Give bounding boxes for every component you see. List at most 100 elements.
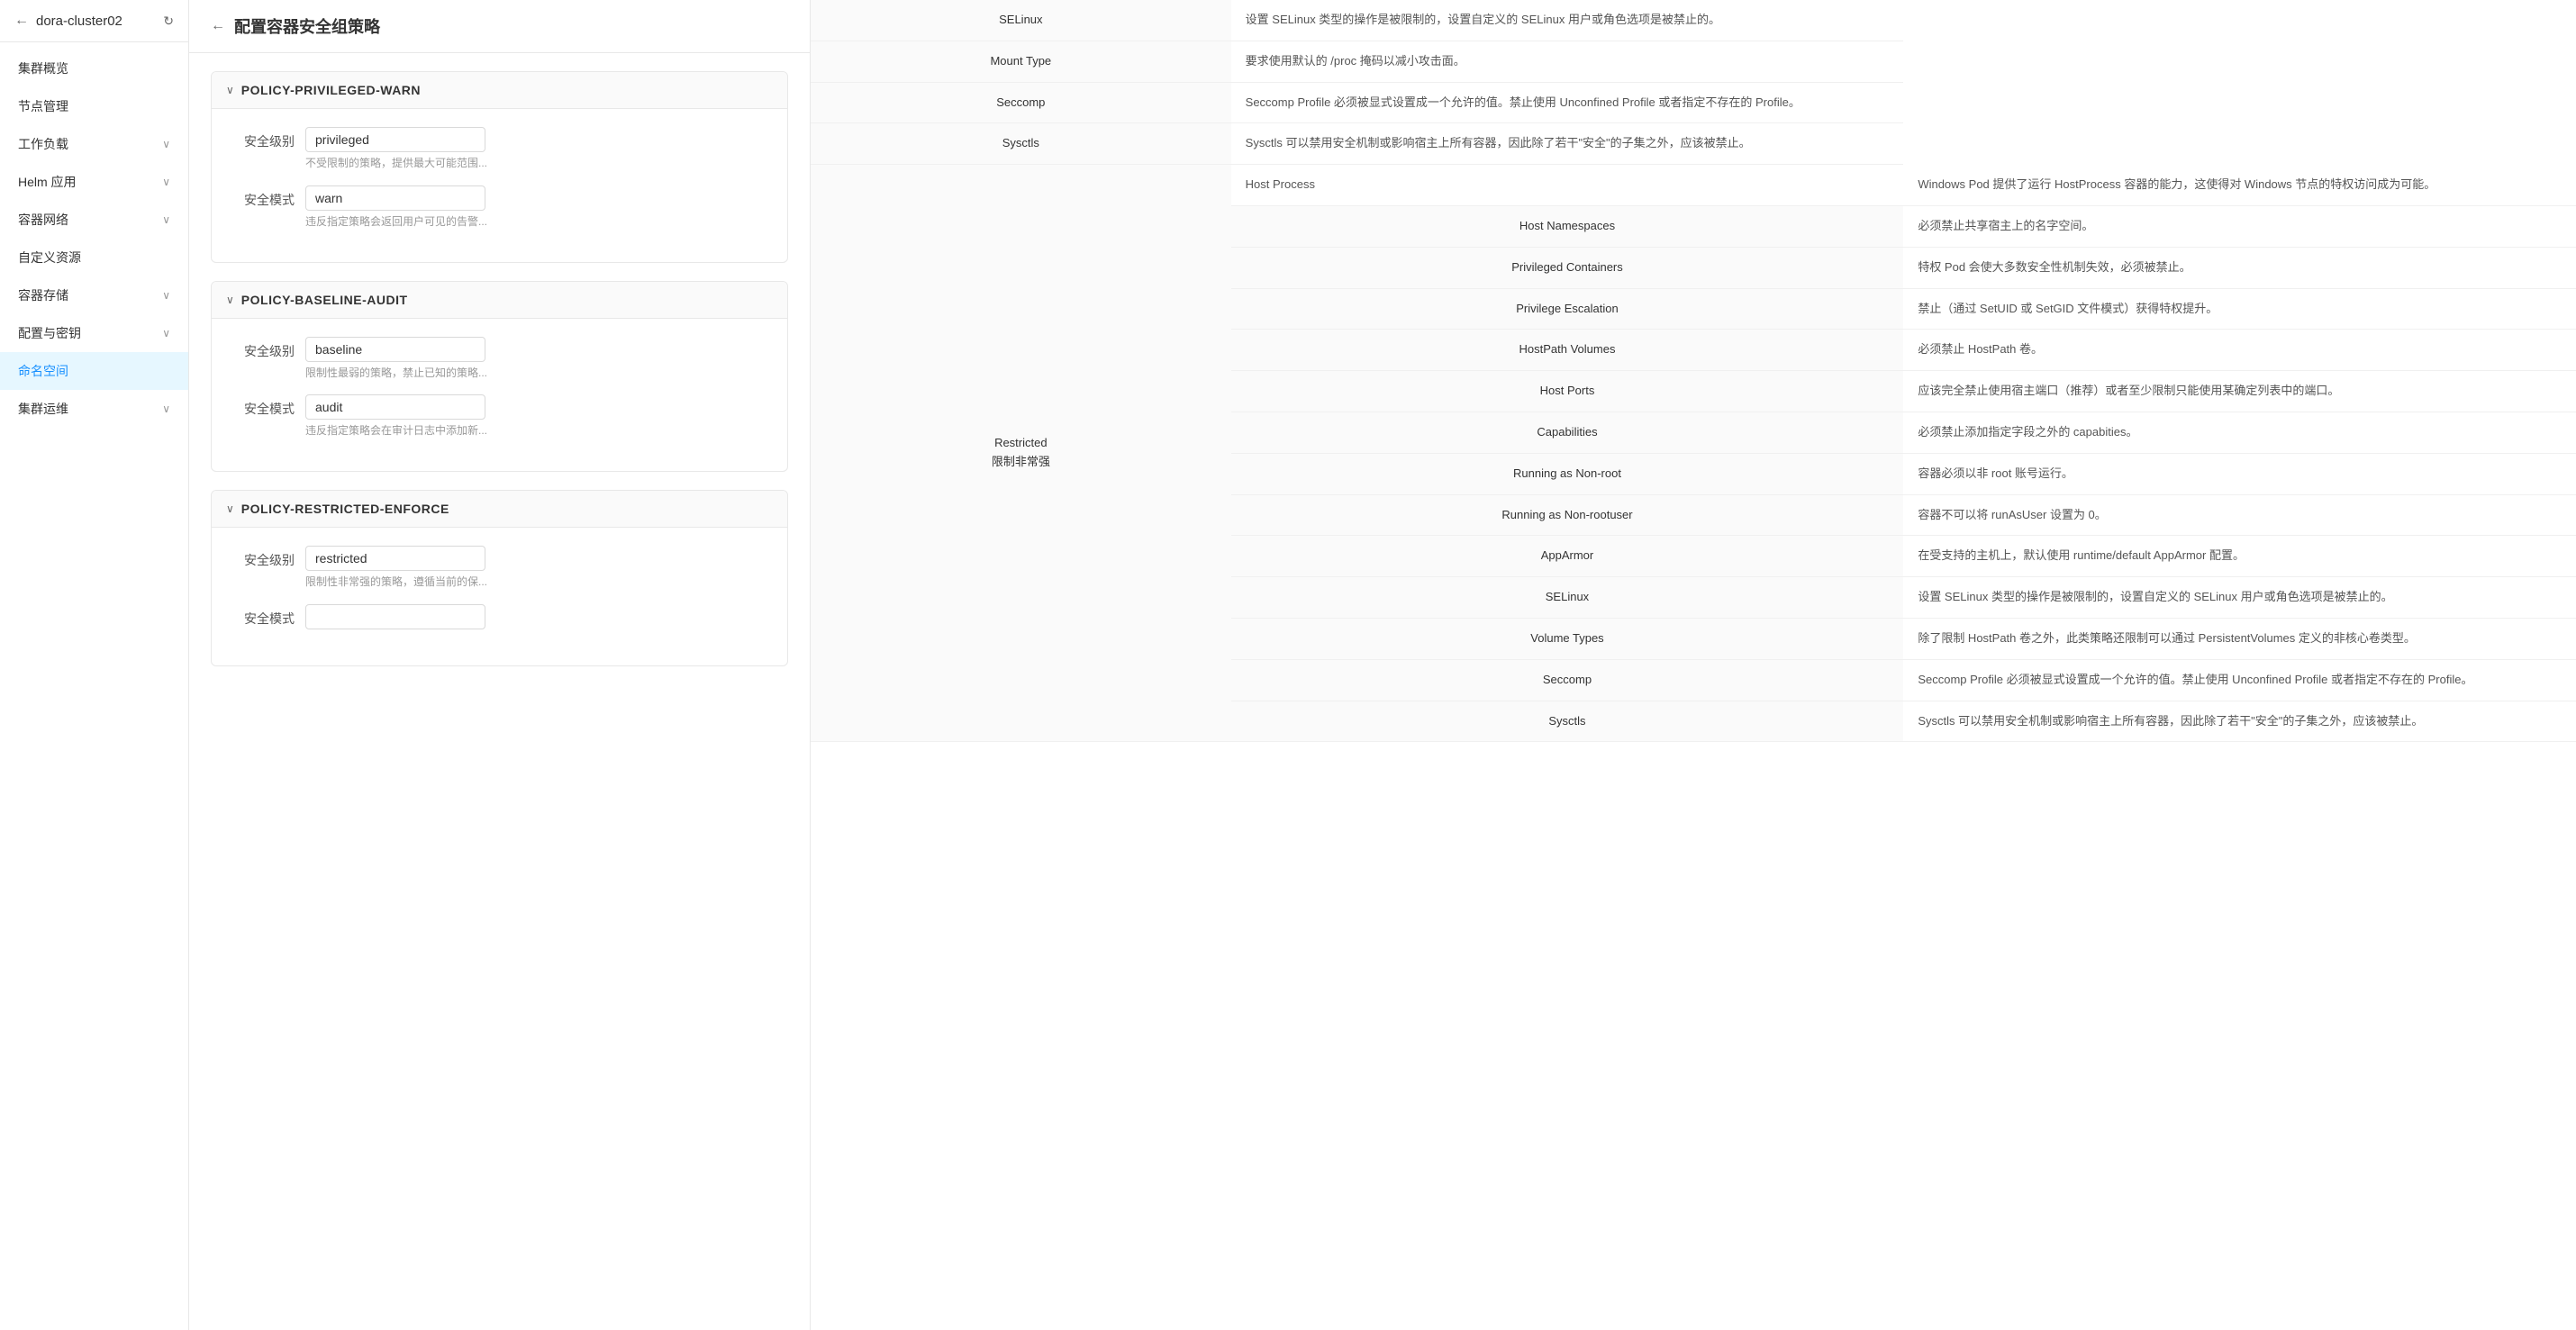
policy-section-header: ∨ POLICY-BASELINE-AUDIT	[212, 282, 787, 319]
collapse-toggle[interactable]: ∨	[226, 84, 234, 96]
sidebar-item-network[interactable]: 容器网络∨	[0, 201, 188, 239]
chevron-down-icon: ∨	[162, 403, 170, 415]
security-mode-hint: 违反指定策略会返回用户可见的告警...	[305, 214, 766, 230]
field-cell: SELinux	[811, 0, 1231, 41]
chevron-down-icon: ∨	[162, 176, 170, 188]
field-cell: HostPath Volumes	[1231, 330, 1904, 371]
sidebar-item-label: Helm 应用	[18, 173, 77, 191]
field-cell: Running as Non-root	[1231, 453, 1904, 494]
sidebar-item-namespace[interactable]: 命名空间	[0, 352, 188, 390]
refresh-icon[interactable]: ↻	[163, 14, 174, 29]
sidebar-navigation: 集群概览节点管理工作负载∨Helm 应用∨容器网络∨自定义资源容器存储∨配置与密…	[0, 42, 188, 435]
field-cell: Sysctls	[1231, 701, 1904, 742]
description-cell: 要求使用默认的 /proc 掩码以减小攻击面。	[1231, 41, 1904, 82]
sidebar-item-label: 配置与密钥	[18, 324, 81, 342]
left-panel-body: ∨ POLICY-PRIVILEGED-WARN 安全级别 不受限制的策略，提供…	[189, 53, 810, 1330]
security-mode-content	[305, 604, 766, 633]
chevron-down-icon: ∨	[162, 289, 170, 302]
security-mode-input[interactable]	[305, 394, 485, 420]
security-mode-row: 安全模式 违反指定策略会返回用户可见的告警...	[233, 185, 766, 230]
field-cell: Mount Type	[811, 41, 1231, 82]
chevron-down-icon: ∨	[162, 213, 170, 226]
security-level-content: 不受限制的策略，提供最大可能范围...	[305, 127, 766, 171]
description-cell: Sysctls 可以禁用安全机制或影响宿主上所有容器，因此除了若干"安全"的子集…	[1231, 123, 1904, 165]
description-cell: Seccomp Profile 必须被显式设置成一个允许的值。禁止使用 Unco…	[1903, 659, 2576, 701]
left-panel-back-icon[interactable]: ←	[211, 18, 225, 34]
security-level-content: 限制性非常强的策略，遵循当前的保...	[305, 546, 766, 590]
description-cell: 在受支持的主机上，默认使用 runtime/default AppArmor 配…	[1903, 536, 2576, 577]
security-level-hint: 限制性非常强的策略，遵循当前的保...	[305, 575, 766, 590]
sidebar-item-nodes[interactable]: 节点管理	[0, 87, 188, 125]
collapse-toggle[interactable]: ∨	[226, 502, 234, 515]
sidebar-item-ops[interactable]: 集群运维∨	[0, 390, 188, 428]
table-row: Mount Type要求使用默认的 /proc 掩码以减小攻击面。	[811, 41, 2576, 82]
sidebar-back-icon[interactable]: ←	[14, 13, 29, 29]
security-level-content: 限制性最弱的策略，禁止已知的策略...	[305, 337, 766, 381]
security-level-row: 安全级别 不受限制的策略，提供最大可能范围...	[233, 127, 766, 171]
policy-section-baseline-audit: ∨ POLICY-BASELINE-AUDIT 安全级别 限制性最弱的策略，禁止…	[211, 281, 788, 473]
sidebar-item-config[interactable]: 配置与密钥 ∨	[0, 314, 188, 352]
security-mode-label: 安全模式	[233, 394, 305, 418]
field-cell: SELinux	[1231, 577, 1904, 619]
security-mode-input[interactable]	[305, 604, 485, 629]
security-level-hint: 不受限制的策略，提供最大可能范围...	[305, 156, 766, 171]
sidebar: ← dora-cluster02 ↻ 集群概览节点管理工作负载∨Helm 应用∨…	[0, 0, 189, 1330]
policy-reference-table: SELinux设置 SELinux 类型的操作是被限制的，设置自定义的 SELi…	[811, 0, 2576, 742]
description-cell: 必须禁止共享宿主上的名字空间。	[1903, 205, 2576, 247]
description-cell: Windows Pod 提供了运行 HostProcess 容器的能力，这使得对…	[1903, 165, 2576, 206]
sidebar-header: ← dora-cluster02 ↻	[0, 0, 188, 42]
table-row: Restricted 限制非常强Host ProcessWindows Pod …	[811, 165, 2576, 206]
category-cell: Restricted 限制非常强	[811, 165, 1231, 742]
description-cell: 容器必须以非 root 账号运行。	[1903, 453, 2576, 494]
field-cell: Host Process	[1231, 165, 1904, 206]
main-content: ← 配置容器安全组策略 ∨ POLICY-PRIVILEGED-WARN 安全级…	[189, 0, 2576, 1330]
table-row: SELinux设置 SELinux 类型的操作是被限制的，设置自定义的 SELi…	[811, 0, 2576, 41]
sidebar-item-storage[interactable]: 容器存储 ∨	[0, 276, 188, 314]
sidebar-item-label: 工作负载	[18, 135, 68, 153]
sidebar-item-label: 集群概览	[18, 59, 68, 77]
chevron-down-icon: ∨	[162, 327, 170, 339]
sidebar-item-label: 自定义资源	[18, 249, 81, 267]
security-level-hint: 限制性最弱的策略，禁止已知的策略...	[305, 366, 766, 381]
field-cell: Running as Non-rootuser	[1231, 494, 1904, 536]
security-level-input[interactable]	[305, 337, 485, 362]
sidebar-item-workloads[interactable]: 工作负载∨	[0, 125, 188, 163]
collapse-toggle[interactable]: ∨	[226, 294, 234, 306]
security-mode-content: 违反指定策略会返回用户可见的告警...	[305, 185, 766, 230]
security-mode-label: 安全模式	[233, 185, 305, 209]
security-mode-label: 安全模式	[233, 604, 305, 628]
security-level-input[interactable]	[305, 546, 485, 571]
policy-section-privileged-warn: ∨ POLICY-PRIVILEGED-WARN 安全级别 不受限制的策略，提供…	[211, 71, 788, 263]
policy-section-body: 安全级别 限制性非常强的策略，遵循当前的保... 安全模式	[212, 528, 787, 665]
field-cell: Volume Types	[1231, 618, 1904, 659]
field-cell: Seccomp	[811, 82, 1231, 123]
sidebar-item-helm[interactable]: Helm 应用 ∨	[0, 163, 188, 201]
description-cell: Seccomp Profile 必须被显式设置成一个允许的值。禁止使用 Unco…	[1231, 82, 1904, 123]
policy-name: POLICY-PRIVILEGED-WARN	[241, 83, 421, 97]
security-mode-input[interactable]	[305, 185, 485, 211]
left-panel-header: ← 配置容器安全组策略	[189, 0, 810, 53]
security-mode-hint: 违反指定策略会在审计日志中添加新...	[305, 423, 766, 439]
description-cell: 应该完全禁止使用宿主端口（推荐）或者至少限制只能使用某确定列表中的端口。	[1903, 371, 2576, 412]
description-cell: Sysctls 可以禁用安全机制或影响宿主上所有容器，因此除了若干"安全"的子集…	[1903, 701, 2576, 742]
field-cell: Sysctls	[811, 123, 1231, 165]
sidebar-item-custom[interactable]: 自定义资源	[0, 239, 188, 276]
security-level-label: 安全级别	[233, 337, 305, 360]
right-panel: SELinux设置 SELinux 类型的操作是被限制的，设置自定义的 SELi…	[811, 0, 2576, 1330]
left-panel-title: 配置容器安全组策略	[234, 14, 380, 38]
policy-section-body: 安全级别 不受限制的策略，提供最大可能范围... 安全模式 违反指定策略会返回用…	[212, 109, 787, 262]
sidebar-item-overview[interactable]: 集群概览	[0, 50, 188, 87]
security-mode-content: 违反指定策略会在审计日志中添加新...	[305, 394, 766, 439]
security-level-label: 安全级别	[233, 546, 305, 569]
field-cell: Seccomp	[1231, 659, 1904, 701]
description-cell: 必须禁止添加指定字段之外的 capabities。	[1903, 412, 2576, 453]
field-cell: Host Ports	[1231, 371, 1904, 412]
description-cell: 设置 SELinux 类型的操作是被限制的，设置自定义的 SELinux 用户或…	[1231, 0, 1904, 41]
description-cell: 特权 Pod 会使大多数安全性机制失效，必须被禁止。	[1903, 247, 2576, 288]
description-cell: 容器不可以将 runAsUser 设置为 0。	[1903, 494, 2576, 536]
policy-section-header: ∨ POLICY-PRIVILEGED-WARN	[212, 72, 787, 109]
left-panel: ← 配置容器安全组策略 ∨ POLICY-PRIVILEGED-WARN 安全级…	[189, 0, 811, 1330]
sidebar-item-label: 容器存储	[18, 286, 68, 304]
policy-section-body: 安全级别 限制性最弱的策略，禁止已知的策略... 安全模式 违反指定策略会在审计…	[212, 319, 787, 472]
security-level-input[interactable]	[305, 127, 485, 152]
